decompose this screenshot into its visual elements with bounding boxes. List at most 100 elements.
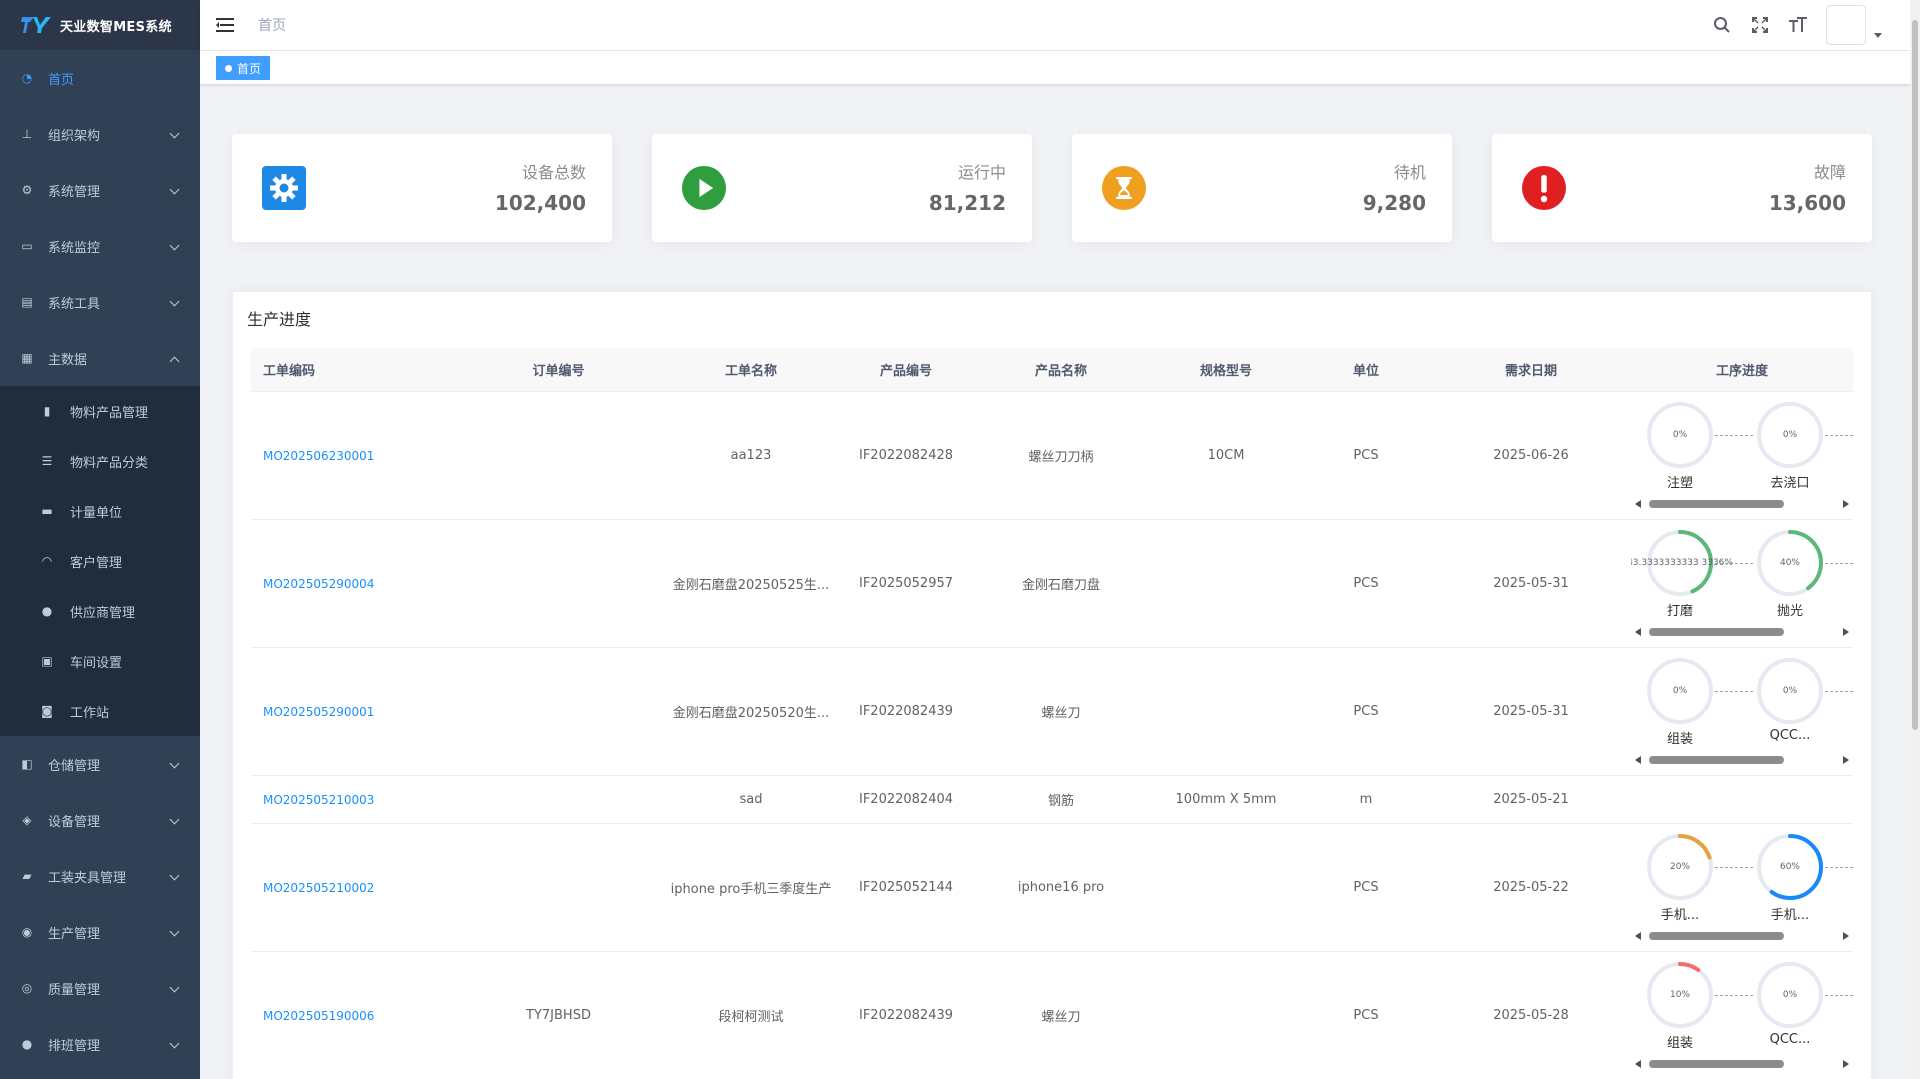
col-header: 产品名称 <box>1034 364 1087 379</box>
breadcrumb[interactable]: 首页 <box>258 15 286 35</box>
table-cell: 10CM <box>1207 448 1245 463</box>
page-scrollbar[interactable] <box>1910 0 1920 1079</box>
table-row: MO202505290004 金刚石磨盘20250525生... IF2025052… <box>251 520 1853 648</box>
process-steps[interactable]: 10% 组装 0% QCC... <box>1631 952 1853 1079</box>
scroll-left-icon[interactable] <box>1635 499 1641 508</box>
eye-icon: ◉ <box>21 925 33 939</box>
sidebar-subitem[interactable]: ● 供应商管理 <box>0 586 200 636</box>
progress-percent: 60% <box>1779 861 1800 872</box>
table-cell: IF2025052144 <box>858 880 954 895</box>
scrollbar-thumb[interactable] <box>1649 931 1784 940</box>
play-icon <box>682 166 726 210</box>
logo[interactable]: 天业数智MES系统 <box>0 0 200 50</box>
table-cell: 钢筋 <box>1047 794 1074 809</box>
font-size-icon[interactable] <box>1788 15 1808 35</box>
horizontal-scrollbar[interactable] <box>1631 754 1853 766</box>
process-step-name: 打磨 <box>1666 603 1693 619</box>
sidebar-item[interactable]: ◧ 仓储管理 <box>0 736 200 792</box>
chevron-down-icon[interactable] <box>1874 32 1882 38</box>
progress-percent: 0% <box>1672 429 1688 440</box>
scroll-right-icon[interactable] <box>1843 1059 1849 1068</box>
tags-view: 首页 <box>200 51 1910 85</box>
scrollbar-thumb[interactable] <box>1649 627 1784 636</box>
stat-label: 设备总数 <box>521 163 586 182</box>
work-order-link[interactable]: MO202505210003 <box>251 776 456 823</box>
horizontal-scrollbar[interactable] <box>1631 498 1853 510</box>
sidebar-subitem-label: 物料产品管理 <box>70 405 149 421</box>
logo-icon <box>21 17 51 33</box>
scrollbar-thumb[interactable] <box>1649 755 1784 764</box>
sidebar-item[interactable]: ▦ 主数据 <box>0 330 200 386</box>
scroll-left-icon[interactable] <box>1635 627 1641 636</box>
hamburger-icon[interactable] <box>216 18 234 32</box>
scroll-right-icon[interactable] <box>1843 931 1849 940</box>
sidebar-subitem-label: 车间设置 <box>70 655 123 671</box>
sidebar-item[interactable]: ◈ 设备管理 <box>0 792 200 848</box>
table-cell: 2025-05-31 <box>1493 576 1569 591</box>
tag-home[interactable]: 首页 <box>216 56 271 80</box>
hourglass-icon <box>1102 166 1146 210</box>
scrollbar-thumb[interactable] <box>1649 499 1784 508</box>
work-order-link[interactable]: MO202505290004 <box>251 520 456 647</box>
sidebar-subitem[interactable]: ☰ 物料产品分类 <box>0 436 200 486</box>
stat-card-standby[interactable]: 待机 9,280 <box>1072 134 1452 242</box>
table-cell: TY7JBHSD <box>526 1008 591 1023</box>
table-cell: PCS <box>1353 880 1379 895</box>
stat-card-fault[interactable]: 故障 13,600 <box>1492 134 1872 242</box>
scrollbar-thumb[interactable] <box>1912 20 1918 730</box>
table-header: 工单编码 订单编号 工单名称 产品编号 产品名称 规格型号 单位 需求日期 工序… <box>251 348 1853 392</box>
process-step-name: 组装 <box>1666 1035 1693 1051</box>
sidebar-subitem[interactable]: ◙ 工作站 <box>0 686 200 736</box>
sidebar-subitem[interactable]: ▣ 车间设置 <box>0 636 200 686</box>
avatar[interactable] <box>1826 5 1866 45</box>
process-steps[interactable]: 43.3333333333 3336% 打磨 40% 抛光 <box>1631 520 1853 647</box>
process-step: 10% 组装 <box>1645 960 1715 1051</box>
process-steps[interactable]: 20% 手机... 60% 手机... <box>1631 824 1853 951</box>
scroll-left-icon[interactable] <box>1635 1059 1641 1068</box>
process-steps[interactable]: 0% 组装 0% QCC... <box>1631 648 1853 775</box>
alert-icon <box>1522 166 1566 210</box>
stat-card-running[interactable]: 运行中 81,212 <box>652 134 1032 242</box>
scroll-right-icon[interactable] <box>1843 627 1849 636</box>
process-step: 40% 抛光 <box>1755 528 1825 619</box>
sidebar-item[interactable]: ⚙ 系统管理 <box>0 162 200 218</box>
col-header: 单位 <box>1352 364 1379 379</box>
scroll-left-icon[interactable] <box>1635 931 1641 940</box>
work-order-link[interactable]: MO202505290001 <box>251 648 456 775</box>
sidebar-item[interactable]: ▭ 系统监控 <box>0 218 200 274</box>
scrollbar-thumb[interactable] <box>1649 1059 1784 1068</box>
table-cell: sad <box>739 792 763 807</box>
sidebar-item[interactable]: ⊥ 组织架构 <box>0 106 200 162</box>
sidebar-item[interactable]: ▰ 工装夹具管理 <box>0 848 200 904</box>
process-step-name: 手机... <box>1660 907 1700 923</box>
sidebar-item[interactable]: ▤ 系统工具 <box>0 274 200 330</box>
sidebar-subitem-label: 计量单位 <box>70 505 123 521</box>
sidebar-item[interactable]: ◎ 质量管理 <box>0 960 200 1016</box>
scroll-left-icon[interactable] <box>1635 755 1641 764</box>
fullscreen-icon[interactable] <box>1750 15 1770 35</box>
horizontal-scrollbar[interactable] <box>1631 1058 1853 1070</box>
work-order-link[interactable]: MO202506230001 <box>251 392 456 519</box>
table-cell: m <box>1359 792 1373 807</box>
progress-percent: 40% <box>1779 557 1800 568</box>
people-icon: ● <box>21 1037 33 1051</box>
search-icon[interactable] <box>1712 15 1732 35</box>
stat-card-total[interactable]: 设备总数 102,400 <box>232 134 612 242</box>
sidebar-item[interactable]: ◔ 首页 <box>0 50 200 106</box>
sidebar-subitem[interactable]: ◠ 客户管理 <box>0 536 200 586</box>
work-order-link[interactable]: MO202505210002 <box>251 824 456 951</box>
app-title: 天业数智MES系统 <box>60 19 172 35</box>
chevron-down-icon <box>169 128 180 139</box>
work-order-link[interactable]: MO202505190006 <box>251 952 456 1079</box>
layers-icon: ◈ <box>22 813 32 827</box>
scroll-right-icon[interactable] <box>1843 755 1849 764</box>
scroll-right-icon[interactable] <box>1843 499 1849 508</box>
sidebar-subitem[interactable]: ▬ 计量单位 <box>0 486 200 536</box>
sidebar-subitem[interactable]: ▮ 物料产品管理 <box>0 386 200 436</box>
process-steps[interactable]: 0% 注塑 0% 去浇口 <box>1631 392 1853 519</box>
sidebar-item[interactable]: ● 排班管理 <box>0 1016 200 1072</box>
sidebar-item[interactable]: ◉ 生产管理 <box>0 904 200 960</box>
horizontal-scrollbar[interactable] <box>1631 626 1853 638</box>
tag-label: 首页 <box>237 61 262 76</box>
horizontal-scrollbar[interactable] <box>1631 930 1853 942</box>
